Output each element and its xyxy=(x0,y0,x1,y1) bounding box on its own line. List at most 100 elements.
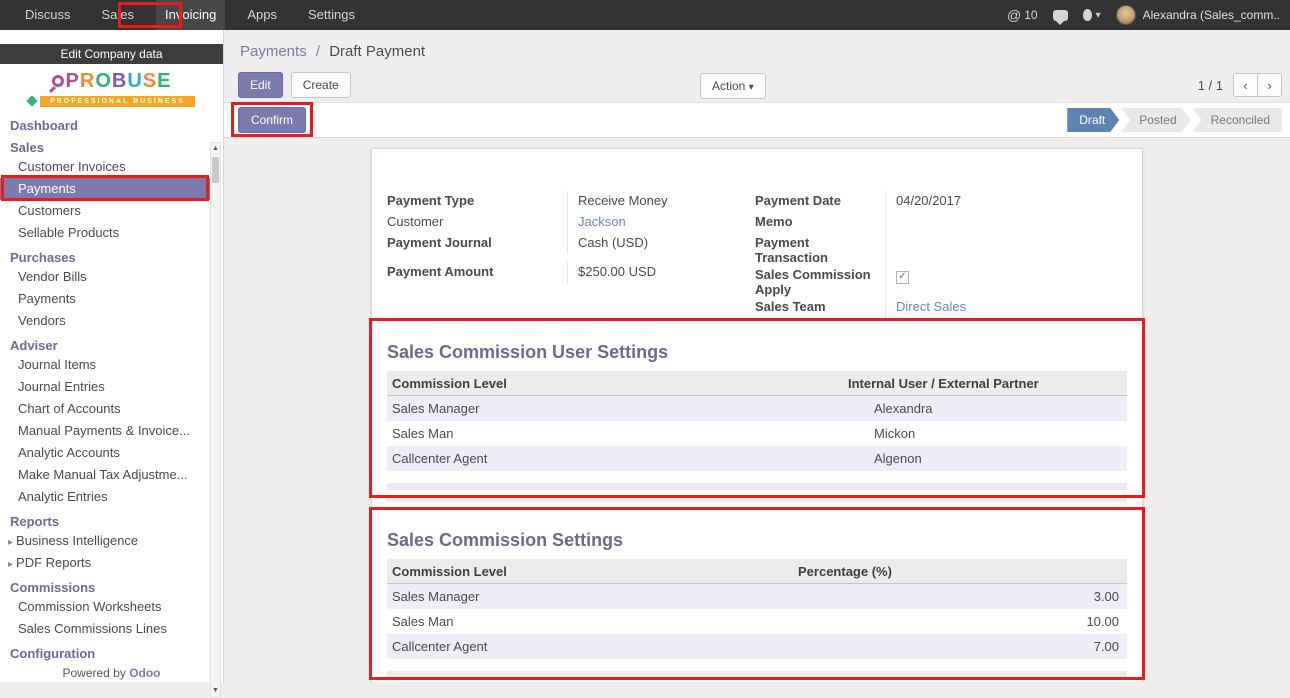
field-value[interactable]: 04/20/2017 xyxy=(896,193,961,208)
scroll-up-icon[interactable]: ▲ xyxy=(212,143,219,155)
sidebar-item[interactable]: ▸Journal Entries xyxy=(0,376,211,398)
form-field: Sales Commission Apply ✓ xyxy=(755,265,1127,297)
column-header-percentage[interactable]: Percentage (%) xyxy=(792,564,1127,579)
status-step[interactable]: Reconciled xyxy=(1193,108,1282,132)
table-row[interactable]: Callcenter Agent 7.00 xyxy=(387,634,1127,659)
debug-menu[interactable]: ▾ xyxy=(1083,9,1101,21)
sidebar-item-label: Customer Invoices xyxy=(18,159,126,174)
field-value[interactable]: Direct Sales xyxy=(896,299,966,314)
sidebar-item[interactable]: ▸Customer Invoices xyxy=(0,156,211,178)
status-step[interactable]: Posted xyxy=(1121,108,1190,132)
table-row[interactable]: Sales Manager 3.00 xyxy=(387,584,1127,609)
action-dropdown[interactable]: Action ▾ xyxy=(700,73,766,99)
status-step[interactable]: Draft xyxy=(1067,108,1119,132)
form-field: Payment Transaction ✓ xyxy=(755,233,1127,265)
column-header-commission-level[interactable]: Commission Level xyxy=(387,376,842,391)
sidebar-item[interactable]: ▸Customers xyxy=(0,200,211,222)
table-row[interactable]: Sales Man 10.00 xyxy=(387,609,1127,634)
sidebar-item[interactable]: ▸Business Intelligence xyxy=(0,530,211,552)
column-header-internal-user[interactable]: Internal User / External Partner xyxy=(842,376,1127,391)
field-label: Sales Team xyxy=(755,297,885,318)
sales-commission-apply-checkbox[interactable]: ✓ xyxy=(896,271,909,284)
table-row[interactable]: Callcenter Agent Algenon xyxy=(387,446,1127,471)
scroll-down-icon[interactable]: ▼ xyxy=(212,685,219,697)
topbar-right: @ 10 ▾ Alexandra (Sales_comm.. xyxy=(1007,5,1280,25)
table-row[interactable]: Sales Manager Alexandra xyxy=(387,396,1127,421)
sidebar-item[interactable]: ▸Make Manual Tax Adjustme... xyxy=(0,464,211,486)
create-button[interactable]: Create xyxy=(291,72,351,98)
field-label: Payment Amount xyxy=(387,262,567,283)
sidebar-item[interactable]: ▸Chart of Accounts xyxy=(0,398,211,420)
sidebar-item-label: Adviser xyxy=(10,338,58,353)
sidebar-item[interactable]: ▸Reports xyxy=(0,514,211,530)
magnifier-icon xyxy=(52,75,64,87)
sidebar-item[interactable]: ▸Commissions xyxy=(0,580,211,596)
scroll-thumb[interactable] xyxy=(212,157,219,183)
sidebar-item[interactable]: ▸Dashboard xyxy=(0,118,211,134)
confirm-button[interactable]: Confirm xyxy=(238,107,306,133)
edit-company-button[interactable]: Edit Company data xyxy=(0,44,223,64)
top-menu-item[interactable]: Settings xyxy=(299,0,364,30)
sidebar-item[interactable]: ▸Payments xyxy=(0,288,211,310)
form-header: Confirm Draft Posted Reconciled xyxy=(224,102,1290,138)
empty-rows xyxy=(387,483,1127,502)
sidebar-item[interactable]: ▸Vendor Bills xyxy=(0,266,211,288)
sidebar-item[interactable]: ▸Commission Worksheets xyxy=(0,596,211,618)
logo-text: PROBUSE xyxy=(66,70,172,93)
caret-down-icon: ▾ xyxy=(749,82,754,93)
sidebar-item[interactable]: ▸Payments xyxy=(0,178,211,200)
form-field: Memo ✓ xyxy=(755,212,1127,233)
sidebar-item[interactable]: ▸Manual Payments & Invoice... xyxy=(0,420,211,442)
field-value[interactable]: Receive Money xyxy=(567,191,755,212)
cell-commission-level: Sales Man xyxy=(387,426,842,441)
messages-icon[interactable] xyxy=(1053,10,1068,21)
user-settings-table: Commission Level Internal User / Externa… xyxy=(387,371,1127,502)
sidebar-scrollbar[interactable]: ▲ ▼ xyxy=(210,142,221,698)
odoo-link[interactable]: Odoo xyxy=(129,666,160,680)
breadcrumb-parent[interactable]: Payments xyxy=(240,43,307,60)
edit-button[interactable]: Edit xyxy=(238,72,283,98)
top-menu-item[interactable]: Discuss xyxy=(16,0,80,30)
sidebar-item[interactable]: ▸Vendors xyxy=(0,310,211,332)
sidebar: Edit Company data PROBUSE PROFESSIONAL B… xyxy=(0,30,224,682)
sidebar-item[interactable]: ▸Sales Commissions Lines xyxy=(0,618,211,640)
sidebar-item[interactable]: ▸Sellable Products xyxy=(0,222,211,244)
sidebar-item-label: Sales xyxy=(10,140,44,155)
sidebar-item[interactable]: ▸Analytic Accounts xyxy=(0,442,211,464)
cell-commission-level: Sales Manager xyxy=(387,589,792,604)
sidebar-item[interactable]: ▸Analytic Entries xyxy=(0,486,211,508)
breadcrumb-separator: / xyxy=(316,43,320,60)
sidebar-item[interactable]: ▸Journal Items xyxy=(0,354,211,376)
pager-next-button[interactable]: › xyxy=(1257,73,1282,97)
form-field: Customer Jackson xyxy=(387,212,755,233)
cell-commission-level: Sales Manager xyxy=(387,401,842,416)
sidebar-item-label: Customers xyxy=(18,203,81,218)
payment-form-sheet: Payment Type Receive Money Customer Jack… xyxy=(371,148,1143,682)
form-field: Payment Date ✓ 04/20/2017 xyxy=(755,191,1127,212)
table-header-row: Commission Level Internal User / Externa… xyxy=(387,371,1127,396)
expand-arrow-icon: ▸ xyxy=(8,559,13,570)
sidebar-item[interactable]: ▸Configuration xyxy=(0,646,211,662)
user-menu[interactable]: Alexandra (Sales_comm.. xyxy=(1116,5,1280,25)
avatar xyxy=(1116,5,1136,25)
column-header-commission-level[interactable]: Commission Level xyxy=(387,564,792,579)
table-header-row: Commission Level Percentage (%) xyxy=(387,559,1127,584)
field-label: Payment Date xyxy=(755,191,885,212)
mentions-indicator[interactable]: @ 10 xyxy=(1007,7,1038,23)
pager-previous-button[interactable]: ‹ xyxy=(1233,73,1258,97)
field-value[interactable]: $250.00 USD xyxy=(567,262,755,283)
table-row[interactable]: Sales Man Mickon xyxy=(387,421,1127,446)
control-row: Edit Create Action ▾ 1 / 1 ‹ › xyxy=(224,68,1290,102)
sidebar-item[interactable]: ▸PDF Reports xyxy=(0,552,211,574)
field-value[interactable]: Jackson xyxy=(567,212,755,233)
sidebar-item[interactable]: ▸Adviser xyxy=(0,338,211,354)
top-menu-item[interactable]: Sales xyxy=(93,0,144,30)
top-menu-item[interactable]: Invoicing xyxy=(156,0,225,30)
sidebar-item[interactable]: ▸Purchases xyxy=(0,250,211,266)
field-label: Payment Journal xyxy=(387,233,567,254)
sidebar-item-label: Make Manual Tax Adjustme... xyxy=(18,467,188,482)
sidebar-item[interactable]: ▸Sales xyxy=(0,140,211,156)
top-menu-item[interactable]: Apps xyxy=(238,0,286,30)
sidebar-item-label: Analytic Entries xyxy=(18,489,108,504)
field-value[interactable]: Cash (USD) xyxy=(567,233,755,254)
